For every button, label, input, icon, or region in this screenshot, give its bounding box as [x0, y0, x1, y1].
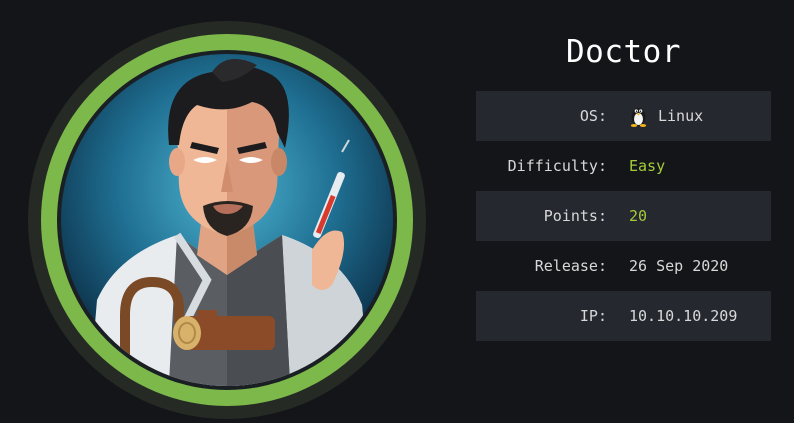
os-value-wrap: Linux — [607, 105, 703, 127]
ip-value: 10.10.10.209 — [629, 307, 738, 325]
info-row-release: Release: 26 Sep 2020 — [476, 241, 771, 291]
difficulty-value: Easy — [629, 157, 666, 175]
ip-label: IP: — [579, 307, 607, 325]
info-row-ip: IP: 10.10.10.209 — [476, 291, 771, 341]
info-row-os: OS: Linux — [476, 91, 771, 141]
os-value: Linux — [658, 107, 704, 125]
release-value: 26 Sep 2020 — [629, 257, 729, 275]
difficulty-label: Difficulty: — [507, 157, 607, 175]
doctor-avatar-illustration — [28, 21, 426, 419]
release-label: Release: — [534, 257, 607, 275]
info-row-points: Points: 20 — [476, 191, 771, 241]
points-label: Points: — [543, 207, 607, 225]
info-row-difficulty: Difficulty: Easy — [476, 141, 771, 191]
machine-info-table: OS: Linux Difficulty: Easy Points: 20 Re… — [476, 91, 771, 341]
points-value: 20 — [629, 207, 648, 225]
os-label: OS: — [579, 107, 607, 125]
linux-tux-icon — [629, 105, 648, 127]
machine-name-title: Doctor — [566, 34, 681, 70]
machine-avatar-badge — [27, 20, 427, 420]
